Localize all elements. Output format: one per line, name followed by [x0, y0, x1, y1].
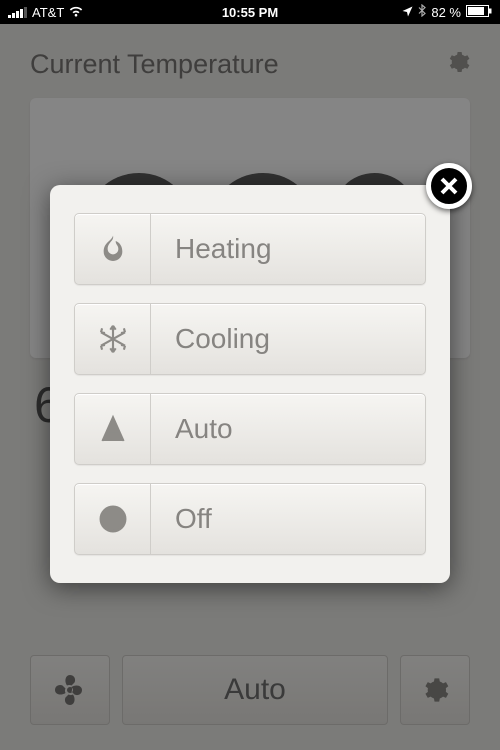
bluetooth-icon [418, 4, 426, 20]
status-time: 10:55 PM [222, 5, 278, 20]
mode-option-label: Auto [151, 394, 425, 464]
carrier-label: AT&T [32, 5, 64, 20]
mode-option-auto[interactable]: Auto [74, 393, 426, 465]
battery-icon [466, 5, 492, 20]
mode-option-label: Off [151, 484, 425, 554]
mode-option-label: Heating [151, 214, 425, 284]
mode-option-heating[interactable]: Heating [74, 213, 426, 285]
mode-select-modal: Heating Cooling Auto Off [50, 185, 450, 583]
battery-percent: 82 % [431, 5, 461, 20]
close-icon [439, 176, 459, 196]
wifi-icon [69, 5, 83, 20]
close-button[interactable] [426, 163, 472, 209]
mode-option-label: Cooling [151, 304, 425, 374]
letter-a-icon [75, 394, 151, 464]
mode-option-cooling[interactable]: Cooling [74, 303, 426, 375]
prohibit-icon [75, 484, 151, 554]
status-left: AT&T [8, 5, 83, 20]
mode-option-off[interactable]: Off [74, 483, 426, 555]
flame-icon [75, 214, 151, 284]
status-right: 82 % [402, 4, 492, 20]
signal-icon [8, 7, 27, 18]
status-bar: AT&T 10:55 PM 82 % [0, 0, 500, 24]
location-icon [402, 5, 413, 20]
snowflake-icon [75, 304, 151, 374]
